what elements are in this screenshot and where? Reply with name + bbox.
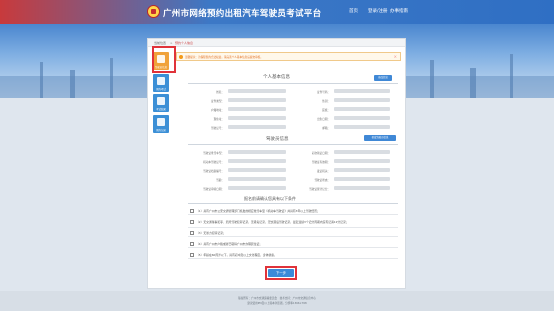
breadcrumb: 当前位置 > 预约个人信息	[148, 39, 405, 47]
condition-item[interactable]: （2）无交通肇事犯罪、危险驾驶犯罪记录，无吸毒记录，无饮酒后驾驶记录，最近连续3…	[188, 218, 398, 228]
field-label: 驾驶证累计记分：	[309, 187, 330, 191]
field-label: 出生日期：	[317, 117, 330, 121]
table-row: 驾驶证审验日期： 驾驶证累计记分：	[188, 185, 398, 191]
field-value-masked	[334, 116, 390, 120]
condition-checkbox[interactable]	[190, 220, 194, 224]
personal-info-title: 个人基本信息	[263, 75, 290, 80]
condition-checkbox[interactable]	[190, 242, 194, 246]
table-row: 机动车驾驶证号： 驾驶证有效期：	[188, 158, 398, 164]
table-row: 驾驶证准驾车型： 初次领证日期：	[188, 149, 398, 155]
highlight-frame	[265, 266, 297, 280]
table-row: 证件类型： 性别：	[188, 97, 398, 103]
field-label: 驾驶证号：	[211, 126, 224, 130]
field-label: 驾驶证状态：	[314, 178, 330, 182]
condition-checkbox[interactable]	[190, 209, 194, 213]
field-label: 机动车驾驶证号：	[203, 160, 224, 164]
field-value-masked	[334, 107, 390, 111]
field-value-masked	[228, 159, 286, 163]
edit-icon	[157, 77, 165, 85]
sidebar-item-records[interactable]: 预约记录	[153, 115, 169, 133]
footer: 版权所有：广州市交通运输委员会 技术支持：广州市交通信息中心 建议使用IE9及以…	[0, 291, 554, 311]
field-label: 证件类型：	[211, 99, 224, 103]
field-value-masked	[228, 89, 286, 93]
condition-item[interactable]: （1）具有广州市公安交通管理部门核发的相应准驾车型《机动车驾驶证》并具有3年以上…	[188, 207, 398, 215]
footer-browser-note: 建议使用IE9及以上版本浏览器，分辨率1366×768	[247, 302, 307, 305]
notice-banner: 温馨提示：为保障您的合法权益，请完善个人基本信息后提交审核。 ×	[176, 52, 401, 61]
emblem-logo-icon	[147, 5, 160, 18]
record-icon	[157, 118, 165, 126]
header-bar: 广州市网络预约出租汽车驾驶员考试平台 首页 登录/注册 办事指南	[0, 0, 554, 24]
field-value-masked	[334, 177, 390, 181]
warning-icon	[179, 55, 183, 59]
condition-checkbox[interactable]	[190, 231, 194, 235]
condition-text: （4）具有广州市户籍或者已取得广州市办理居住证；	[196, 242, 263, 246]
conditions-title: 报名前请确认您具有以下条件	[244, 196, 296, 201]
field-label: 邮箱：	[322, 126, 330, 130]
field-value-masked	[334, 89, 390, 93]
table-row: 现住址： 出生日期：	[188, 115, 398, 121]
condition-text: （1）具有广州市公安交通管理部门核发的相应准驾车型《机动车驾驶证》并具有3年以上…	[196, 209, 320, 213]
site-title: 广州市网络预约出租汽车驾驶员考试平台	[163, 9, 322, 19]
highlight-frame	[152, 46, 176, 73]
nav-guide[interactable]: 办事指南	[390, 8, 408, 14]
nav-login[interactable]: 登录/注册	[368, 8, 388, 14]
edit-license-button[interactable]: 修改驾驶员信息	[364, 135, 396, 141]
field-value-masked	[334, 98, 390, 102]
condition-checkbox[interactable]	[190, 253, 194, 257]
field-label: 驾驶证有效期：	[311, 160, 330, 164]
breadcrumb-home[interactable]: 当前位置	[154, 41, 166, 45]
field-value-masked	[228, 177, 286, 181]
footer-copyright: 版权所有：广州市交通运输委员会 技术支持：广州市交通信息中心	[238, 297, 316, 300]
field-label: 证件号码：	[317, 90, 330, 94]
field-label: 性别：	[322, 99, 330, 103]
table-row: 驾驶证档案编号： 发证机关：	[188, 167, 398, 173]
field-value-masked	[228, 150, 286, 154]
sidebar-item-exam-result[interactable]: 考试结果	[153, 94, 169, 112]
table-row: 驾驶证号： 邮箱：	[188, 124, 398, 130]
table-row: 姓名： 证件号码：	[188, 88, 398, 94]
field-label: 初次领证日期：	[311, 151, 330, 155]
condition-item[interactable]: （4）具有广州市户籍或者已取得广州市办理居住证；	[188, 240, 398, 248]
table-row: 户籍地址： 民族：	[188, 106, 398, 112]
nav-home[interactable]: 首页	[349, 8, 358, 14]
field-value-masked	[228, 98, 286, 102]
field-label: 发证机关：	[317, 169, 330, 173]
field-label: 户籍地址：	[211, 108, 224, 112]
field-value-masked	[228, 168, 286, 172]
table-row: 驾龄： 驾驶证状态：	[188, 176, 398, 182]
condition-text: （2）无交通肇事犯罪、危险驾驶犯罪记录，无吸毒记录，无饮酒后驾驶记录，最近连续3…	[196, 220, 349, 224]
field-value-masked	[228, 186, 286, 190]
main-panel: 当前位置 > 预约个人信息 驾驶员信息 预约考试 考试结果 预约记录 温馨提示：…	[147, 38, 406, 289]
condition-item[interactable]: （5）年龄在60周岁以下，具有初中及以上文化程度，身体健康。	[188, 251, 398, 259]
edit-personal-button[interactable]: 修改信息	[374, 75, 392, 81]
field-label: 姓名：	[216, 90, 224, 94]
close-icon[interactable]: ×	[394, 54, 397, 59]
field-value-masked	[228, 116, 286, 120]
breadcrumb-current: 预约个人信息	[175, 41, 194, 45]
field-value-masked	[228, 107, 286, 111]
field-label: 现住址：	[213, 117, 224, 121]
field-value-masked	[334, 168, 390, 172]
field-label: 驾驶证准驾车型：	[203, 151, 224, 155]
field-value-masked	[334, 150, 390, 154]
field-value-masked	[334, 159, 390, 163]
field-value-masked	[334, 125, 390, 129]
field-label: 驾驶证档案编号：	[203, 169, 224, 173]
license-info-title: 驾驶员信息	[266, 137, 289, 142]
field-value-masked	[228, 125, 286, 129]
field-label: 驾龄：	[216, 178, 224, 182]
condition-item[interactable]: （3）无暴力犯罪记录；	[188, 229, 398, 237]
condition-text: （3）无暴力犯罪记录；	[196, 231, 226, 235]
result-icon	[157, 97, 165, 105]
condition-text: （5）年龄在60周岁以下，具有初中及以上文化程度，身体健康。	[196, 253, 277, 257]
sidebar-item-book-exam[interactable]: 预约考试	[153, 74, 169, 92]
field-label: 驾驶证审验日期：	[203, 187, 224, 191]
field-value-masked	[334, 186, 390, 190]
field-label: 民族：	[322, 108, 330, 112]
